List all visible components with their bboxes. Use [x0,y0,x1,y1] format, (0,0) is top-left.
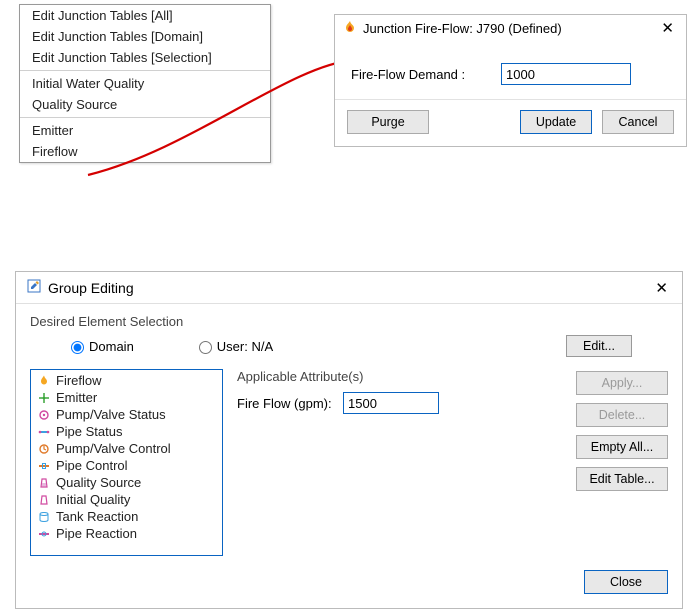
emitter-icon [37,391,51,405]
close-icon[interactable]: ✕ [657,19,678,37]
fireflow-demand-input[interactable] [501,63,631,85]
junction-fireflow-dialog: Junction Fire-Flow: J790 (Defined) ✕ Fir… [334,14,687,147]
radio-user-label: User: N/A [217,339,273,354]
list-item-pipe-control[interactable]: Pipe Control [31,457,222,474]
apply-button[interactable]: Apply... [576,371,668,395]
pipe-status-icon [37,425,51,439]
list-item-label: Pump/Valve Status [56,407,166,422]
fire-icon [37,374,51,388]
pipe-control-icon [37,459,51,473]
menu-item-edit-domain[interactable]: Edit Junction Tables [Domain] [20,26,270,47]
edit-button[interactable]: Edit... [566,335,632,357]
update-button[interactable]: Update [520,110,592,134]
cancel-button[interactable]: Cancel [602,110,674,134]
radio-domain[interactable]: Domain [66,338,134,354]
list-item-pump-valve-status[interactable]: Pump/Valve Status [31,406,222,423]
fire-flow-gpm-input[interactable] [343,392,439,414]
list-item-pump-valve-control[interactable]: Pump/Valve Control [31,440,222,457]
list-item-initial-quality[interactable]: Initial Quality [31,491,222,508]
radio-user[interactable]: User: N/A [194,338,273,354]
dialog-title: Junction Fire-Flow: J790 (Defined) [363,21,657,36]
menu-item-fireflow[interactable]: Fireflow [20,141,270,162]
menu-item-emitter[interactable]: Emitter [20,120,270,141]
radio-user-input[interactable] [199,341,212,354]
quality-source-icon [37,476,51,490]
menu-item-quality-source[interactable]: Quality Source [20,94,270,115]
attribute-listbox[interactable]: Fireflow Emitter Pump/Valve Status Pipe … [30,369,223,556]
empty-all-button[interactable]: Empty All... [576,435,668,459]
pump-control-icon [37,442,51,456]
list-item-label: Initial Quality [56,492,130,507]
dialog-title: Group Editing [48,280,651,296]
close-icon[interactable]: ✕ [651,279,672,297]
list-item-label: Pump/Valve Control [56,441,171,456]
edit-table-button[interactable]: Edit Table... [576,467,668,491]
radio-domain-label: Domain [89,339,134,354]
fireflow-demand-label: Fire-Flow Demand : [351,67,501,82]
menu-separator [20,117,270,118]
list-item-label: Quality Source [56,475,141,490]
menu-item-edit-all[interactable]: Edit Junction Tables [All] [20,5,270,26]
list-item-pipe-status[interactable]: Pipe Status [31,423,222,440]
list-item-label: Fireflow [56,373,102,388]
group-editing-dialog: Group Editing ✕ Desired Element Selectio… [15,271,683,609]
context-menu: Edit Junction Tables [All] Edit Junction… [19,4,271,163]
list-item-emitter[interactable]: Emitter [31,389,222,406]
list-item-quality-source[interactable]: Quality Source [31,474,222,491]
delete-button[interactable]: Delete... [576,403,668,427]
tank-reaction-icon [37,510,51,524]
fire-icon [343,20,357,37]
list-item-label: Tank Reaction [56,509,138,524]
pipe-reaction-icon [37,527,51,541]
fire-flow-gpm-label: Fire Flow (gpm): [237,396,343,411]
purge-button[interactable]: Purge [347,110,429,134]
list-item-fireflow[interactable]: Fireflow [31,372,222,389]
list-item-pipe-reaction[interactable]: Pipe Reaction [31,525,222,542]
radio-domain-input[interactable] [71,341,84,354]
desired-selection-label: Desired Element Selection [30,314,668,329]
list-item-label: Emitter [56,390,97,405]
attribute-pane: Applicable Attribute(s) Fire Flow (gpm): [237,369,562,556]
titlebar: Group Editing ✕ [16,272,682,304]
menu-item-initial-water-quality[interactable]: Initial Water Quality [20,73,270,94]
list-item-label: Pipe Reaction [56,526,137,541]
list-item-label: Pipe Status [56,424,123,439]
list-item-label: Pipe Control [56,458,128,473]
pump-status-icon [37,408,51,422]
close-button[interactable]: Close [584,570,668,594]
titlebar: Junction Fire-Flow: J790 (Defined) ✕ [335,15,686,41]
list-item-tank-reaction[interactable]: Tank Reaction [31,508,222,525]
action-buttons: Apply... Delete... Empty All... Edit Tab… [576,371,668,556]
menu-separator [20,70,270,71]
initial-quality-icon [37,493,51,507]
applicable-attributes-label: Applicable Attribute(s) [237,369,562,384]
edit-icon [26,278,42,297]
menu-item-edit-selection[interactable]: Edit Junction Tables [Selection] [20,47,270,68]
